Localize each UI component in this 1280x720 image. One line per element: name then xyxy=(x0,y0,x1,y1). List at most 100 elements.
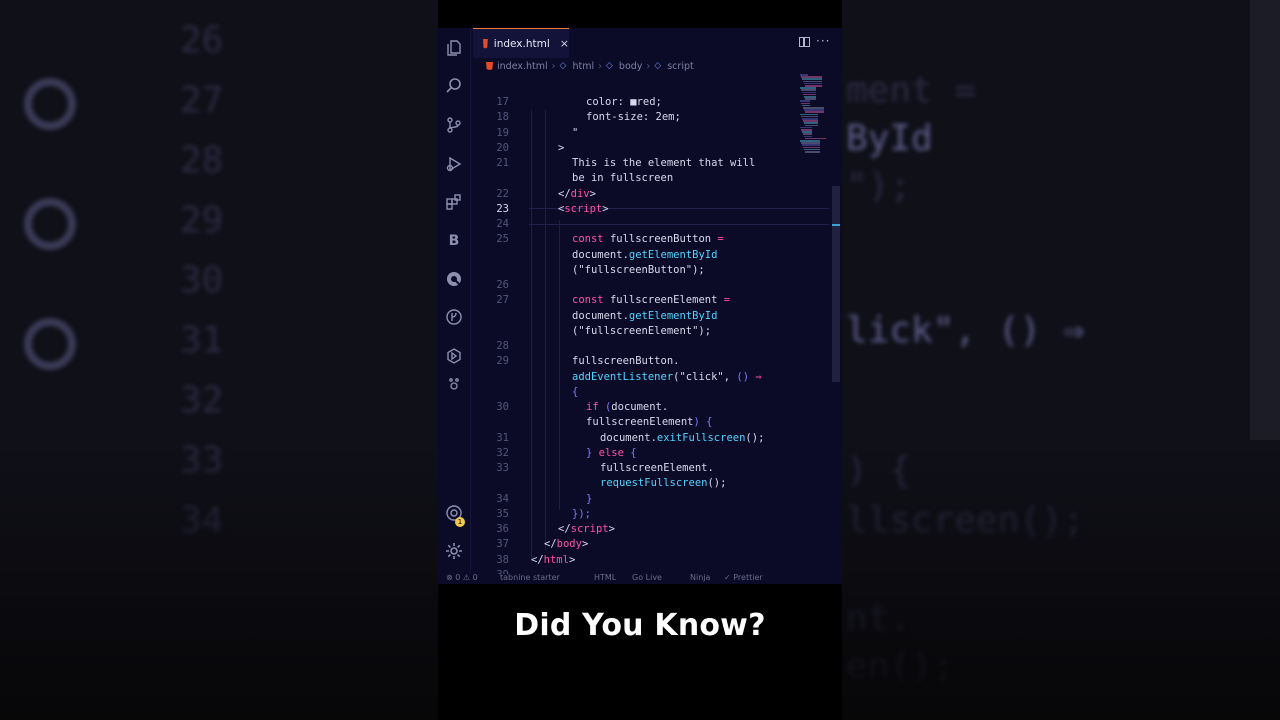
code-token: ■red; xyxy=(630,96,662,108)
gitlens-icon[interactable] xyxy=(444,307,464,327)
code-line[interactable]: 30 if (document. xyxy=(471,400,806,415)
line-number: 22 xyxy=(496,187,509,200)
line-number: 21 xyxy=(496,157,509,169)
status-item[interactable]: ✓ Prettier xyxy=(724,574,763,582)
live-share-icon[interactable] xyxy=(444,373,464,393)
code-token: fullscreenElement xyxy=(609,294,724,307)
code-line[interactable]: 32} else { xyxy=(471,446,806,461)
code-token: script xyxy=(564,202,603,215)
code-text: font-size: 2em; xyxy=(586,110,681,125)
split-editor-icon[interactable] xyxy=(799,37,810,47)
tab-index-html[interactable]: index.html × xyxy=(473,28,569,58)
code-token: { xyxy=(630,446,637,459)
code-token: > xyxy=(581,538,589,551)
backdrop-fade xyxy=(842,0,1280,720)
code-line[interactable]: { xyxy=(471,385,806,400)
status-item[interactable]: tabnine starter xyxy=(500,574,560,582)
scrollbar-marker xyxy=(832,224,840,226)
code-token: = xyxy=(717,233,724,246)
code-token: ("fullscreenButton"); xyxy=(572,263,705,276)
code-line[interactable]: 25 const fullscreenButton = xyxy=(471,232,806,247)
code-line[interactable]: 26 xyxy=(471,278,806,293)
extensions-icon[interactable] xyxy=(444,192,464,212)
codeium-icon[interactable] xyxy=(444,346,464,366)
code-token: (); xyxy=(745,431,765,444)
code-line[interactable]: 36 </script> xyxy=(471,522,806,537)
code-token: fullscreenButton xyxy=(609,233,718,246)
run-debug-icon[interactable] xyxy=(444,154,464,174)
code-token: html xyxy=(543,553,569,566)
code-text: }); xyxy=(572,507,591,522)
quokka-icon[interactable] xyxy=(444,269,464,289)
code-text: " xyxy=(572,126,578,141)
code-line[interactable]: 34} xyxy=(471,492,806,507)
status-item[interactable]: ⊗ 0 ⚠ 0 xyxy=(446,574,478,582)
code-line[interactable]: document.getElementById xyxy=(471,248,806,263)
backdrop-fade xyxy=(0,0,438,720)
code-line[interactable]: 27 const fullscreenElement = xyxy=(471,293,806,308)
search-icon[interactable] xyxy=(444,76,464,96)
code-text: be in fullscreen xyxy=(572,171,673,186)
code-line[interactable]: fullscreenElement) { xyxy=(471,415,806,430)
code-line[interactable]: 29 fullscreenButton. xyxy=(471,354,806,369)
code-token: document. xyxy=(572,309,629,322)
code-text: </html> xyxy=(531,553,575,568)
code-text: <script> xyxy=(558,202,609,217)
code-text: > xyxy=(558,141,564,156)
source-control-icon[interactable] xyxy=(444,115,464,135)
code-line[interactable]: 24 xyxy=(471,217,806,232)
code-line[interactable]: 20 > xyxy=(471,141,806,156)
code-line[interactable]: 23 <script> xyxy=(471,202,806,217)
code-token: getElementById xyxy=(628,309,718,322)
explorer-icon[interactable] xyxy=(444,38,464,58)
html5-icon xyxy=(483,38,488,49)
code-line[interactable]: addEventListener("click", () ⇒ xyxy=(471,370,806,385)
code-token: ) { xyxy=(693,416,713,429)
code-text: </script> xyxy=(558,522,615,537)
code-line[interactable]: document.getElementById xyxy=(471,309,806,324)
status-item[interactable]: Ninja xyxy=(690,574,710,582)
code-line[interactable]: 17 color: ■red; xyxy=(471,95,806,110)
minimap[interactable] xyxy=(800,74,826,154)
code-token: be in fullscreen xyxy=(572,172,674,185)
line-number: 18 xyxy=(496,111,509,124)
vertical-scrollbar[interactable] xyxy=(832,186,840,382)
code-text: fullscreenElement) { xyxy=(586,415,712,430)
code-token: ("fullscreenElement"); xyxy=(572,324,712,337)
close-icon[interactable]: × xyxy=(560,37,569,50)
code-line[interactable]: 18 font-size: 2em; xyxy=(471,110,806,125)
code-line[interactable]: be in fullscreen xyxy=(471,171,806,186)
code-line[interactable]: 22 </div> xyxy=(471,187,806,202)
code-token: { xyxy=(572,385,579,398)
code-token: const xyxy=(572,294,610,307)
b-icon[interactable]: B xyxy=(444,231,464,251)
code-line[interactable]: 19 " xyxy=(471,126,806,141)
code-area[interactable]: 17 color: ■red; 18 font-size: 2em; 19 " 20 >21 T… xyxy=(471,70,829,581)
line-number: 37 xyxy=(496,538,509,551)
code-line[interactable]: 35}); xyxy=(471,507,806,522)
line-number: 29 xyxy=(496,355,509,368)
code-line[interactable]: 38 </html> xyxy=(471,553,806,568)
code-line[interactable]: 33 fullscreenElement. xyxy=(471,461,806,476)
code-token: " xyxy=(572,126,579,139)
code-line[interactable]: ("fullscreenButton"); xyxy=(471,263,806,278)
settings-icon[interactable] xyxy=(444,541,464,561)
tag-icon: ◇ xyxy=(605,61,613,71)
code-line[interactable]: 21 This is the element that will xyxy=(471,156,806,171)
code-text: ("fullscreenElement"); xyxy=(572,324,711,339)
code-token: fullscreenElement. xyxy=(600,462,714,474)
code-line[interactable]: 37 </body> xyxy=(471,537,806,552)
line-number: 24 xyxy=(496,218,509,230)
more-actions-icon[interactable]: ··· xyxy=(816,34,830,48)
status-item[interactable]: HTML xyxy=(594,574,616,582)
code-token: (); xyxy=(707,477,727,490)
line-number: 17 xyxy=(496,96,509,108)
minimap-line xyxy=(805,151,820,153)
status-item[interactable]: Go Live xyxy=(632,574,662,582)
code-line[interactable]: ("fullscreenElement"); xyxy=(471,324,806,339)
code-line[interactable]: 28 xyxy=(471,339,806,354)
code-line[interactable]: requestFullscreen(); xyxy=(471,476,806,491)
code-token: body xyxy=(556,538,582,551)
code-line[interactable]: 31 document.exitFullscreen(); xyxy=(471,431,806,446)
line-number: 31 xyxy=(496,431,509,444)
